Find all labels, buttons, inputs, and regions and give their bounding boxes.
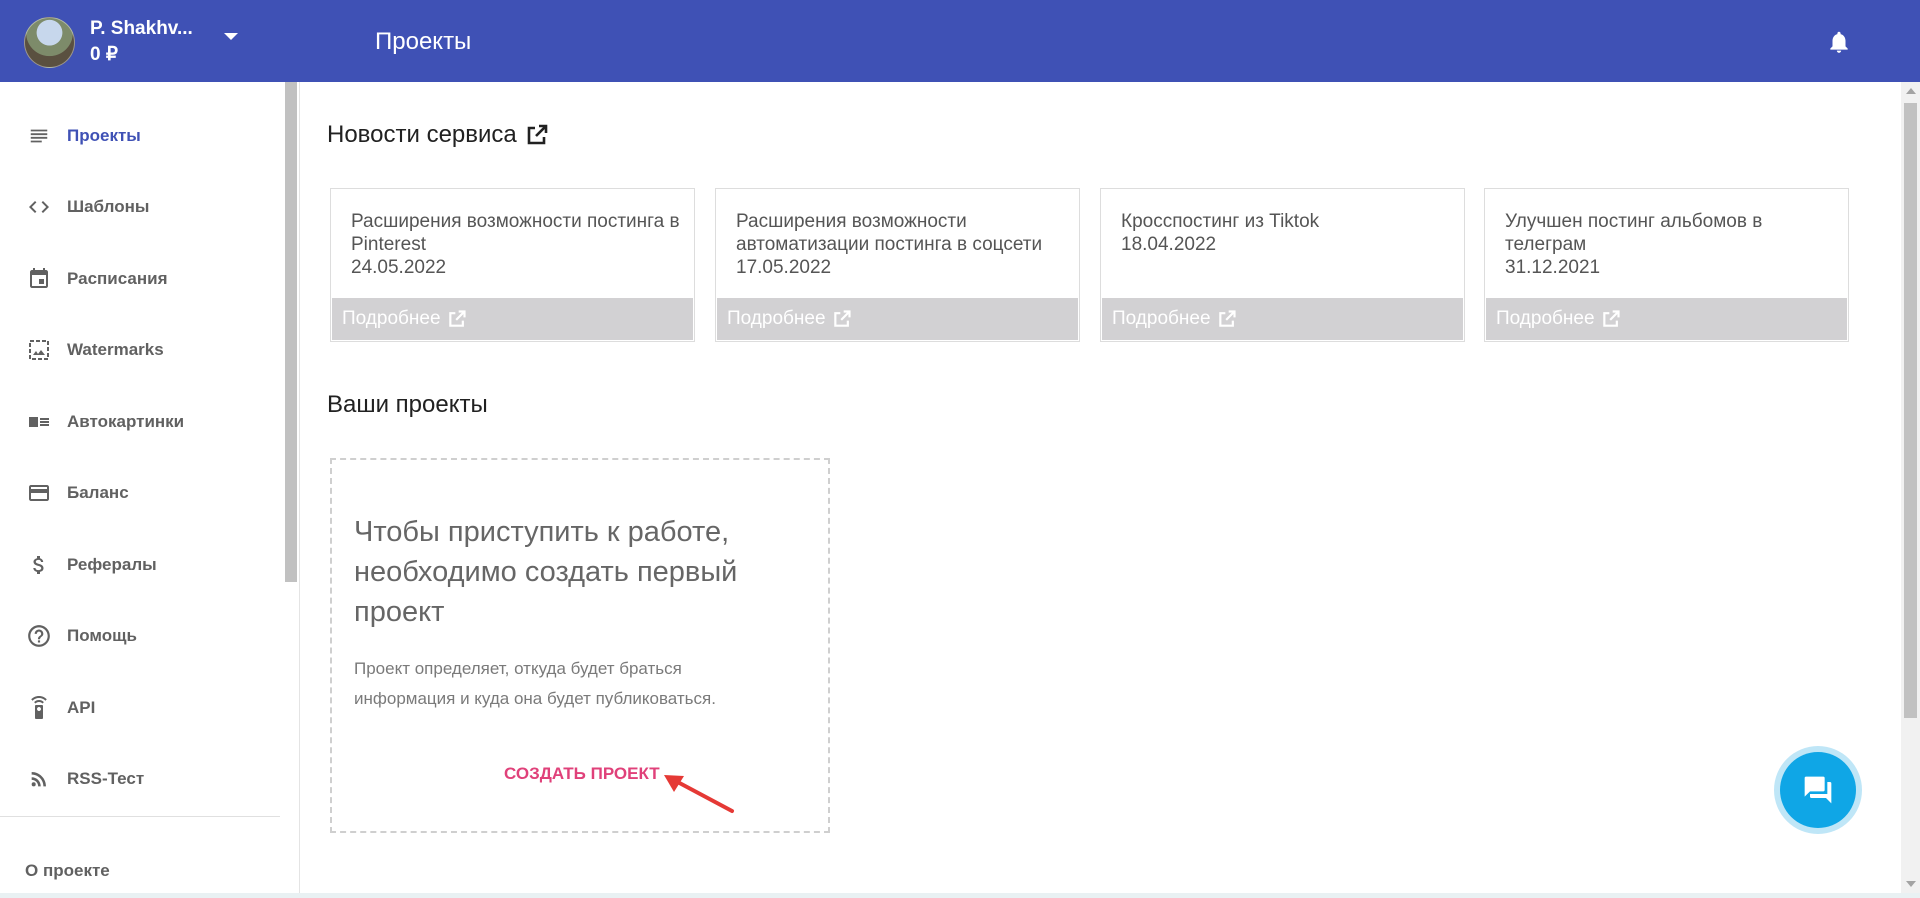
sidebar-item-label: Помощь (67, 626, 137, 645)
code-brackets-icon (26, 194, 52, 220)
external-link-icon (833, 310, 851, 327)
about-link[interactable]: О проекте (25, 861, 110, 881)
chat-icon (1804, 776, 1832, 804)
news-more-link[interactable]: Подробнее (342, 308, 467, 330)
sidebar-item-label: Watermarks (67, 340, 164, 359)
news-card-footer: Подробнее (1486, 298, 1847, 340)
news-card-date: 31.12.2021 (1505, 257, 1601, 278)
sidebar-item-rss-test[interactable]: RSS-Тест (0, 755, 280, 803)
external-link-icon (1218, 310, 1236, 327)
news-more-link[interactable]: Подробнее (727, 308, 852, 330)
external-link-icon (1602, 310, 1620, 327)
sidebar-item-autoimages[interactable]: Автокартинки (0, 398, 280, 446)
news-section-title: Новости сервиса (327, 121, 549, 149)
create-project-button[interactable]: СОЗДАТЬ ПРОЕКТ (504, 764, 660, 784)
news-card-text: Улучшен постинг альбомов в телеграм 31.1… (1505, 210, 1835, 279)
sidebar-item-label: Проекты (67, 126, 141, 145)
empty-state-title: Чтобы приступить к работе, необходимо со… (354, 516, 738, 628)
page-title: Проекты (375, 28, 472, 55)
news-card-footer: Подробнее (1102, 298, 1463, 340)
news-card[interactable]: Кросспостинг из Tiktok 18.04.2022 Подроб… (1100, 188, 1465, 342)
news-card[interactable]: Расширения возможности автоматизации пос… (715, 188, 1080, 342)
calendar-icon (26, 266, 52, 292)
sidebar-item-watermarks[interactable]: Watermarks (0, 326, 280, 374)
empty-projects-card: Чтобы приступить к работе, необходимо со… (330, 458, 830, 833)
news-card[interactable]: Расширения возможности постинга в Pinter… (330, 188, 695, 342)
news-title-text: Новости сервиса (327, 121, 517, 148)
scroll-down-icon[interactable] (1906, 881, 1916, 887)
news-card-text: Расширения возможности автоматизации пос… (736, 210, 1066, 279)
user-name[interactable]: P. Shakhv... (90, 18, 193, 40)
rss-icon (26, 766, 52, 792)
projects-section-title: Ваши проекты (327, 391, 488, 418)
chat-button[interactable] (1780, 752, 1856, 828)
sidebar-item-label: Шаблоны (67, 197, 150, 216)
sidebar-item-label: Рефералы (67, 555, 157, 574)
sidebar-item-schedules[interactable]: Расписания (0, 255, 280, 303)
news-more-label: Подробнее (727, 308, 826, 329)
sidebar-divider (0, 816, 280, 817)
avatar[interactable] (24, 17, 75, 68)
user-balance: 0 ₽ (90, 44, 118, 65)
news-card-date: 17.05.2022 (736, 257, 832, 278)
news-card-title: Расширения возможности автоматизации пос… (736, 211, 1043, 255)
external-link-icon (448, 310, 466, 327)
help-circle-icon (26, 623, 52, 649)
sidebar-item-label: RSS-Тест (67, 769, 145, 788)
news-card-date: 18.04.2022 (1121, 234, 1217, 255)
list-lines-icon (26, 123, 52, 149)
news-card-title: Улучшен постинг альбомов в телеграм (1505, 211, 1763, 255)
sidebar: Проекты Шаблоны Расписания Watermarks Ав… (0, 82, 300, 898)
chevron-down-icon[interactable] (224, 33, 238, 40)
sidebar-item-label: Расписания (67, 269, 168, 288)
credit-card-icon (26, 480, 52, 506)
news-card-text: Расширения возможности постинга в Pinter… (351, 210, 681, 279)
dollar-icon (26, 552, 52, 578)
news-card-title: Кросспостинг из Tiktok (1121, 211, 1320, 232)
main-scrollbar-thumb[interactable] (1904, 103, 1917, 718)
news-card-title: Расширения возможности постинга в Pinter… (351, 211, 680, 255)
image-list-icon (26, 409, 52, 435)
sidebar-item-templates[interactable]: Шаблоны (0, 183, 280, 231)
news-card-footer: Подробнее (332, 298, 693, 340)
news-more-link[interactable]: Подробнее (1112, 308, 1237, 330)
sidebar-item-api[interactable]: API (0, 684, 280, 732)
bottom-edge (0, 893, 1920, 898)
sidebar-item-label: API (67, 698, 96, 717)
external-link-icon[interactable] (525, 123, 549, 147)
sidebar-item-help[interactable]: Помощь (0, 612, 280, 660)
news-more-label: Подробнее (1112, 308, 1211, 329)
remote-icon (26, 695, 52, 721)
sidebar-item-referrals[interactable]: Рефералы (0, 541, 280, 589)
news-more-link[interactable]: Подробнее (1496, 308, 1621, 330)
sidebar-item-label: Автокартинки (67, 412, 185, 431)
sidebar-item-projects[interactable]: Проекты (0, 112, 280, 160)
news-card-date: 24.05.2022 (351, 257, 447, 278)
image-frame-icon (26, 337, 52, 363)
news-card[interactable]: Улучшен постинг альбомов в телеграм 31.1… (1484, 188, 1849, 342)
sidebar-scrollbar[interactable] (285, 82, 297, 582)
bell-icon[interactable] (1826, 28, 1852, 56)
news-card-footer: Подробнее (717, 298, 1078, 340)
app-header: P. Shakhv... 0 ₽ Проекты (0, 0, 1920, 82)
news-more-label: Подробнее (1496, 308, 1595, 329)
annotation-arrow-icon (664, 775, 734, 813)
empty-state-description: Проект определяет, откуда будет браться … (354, 659, 716, 708)
sidebar-item-label: Баланс (67, 483, 129, 502)
scroll-up-icon[interactable] (1906, 88, 1916, 94)
news-more-label: Подробнее (342, 308, 441, 329)
news-card-text: Кросспостинг из Tiktok 18.04.2022 (1121, 210, 1451, 256)
sidebar-item-balance[interactable]: Баланс (0, 469, 280, 517)
